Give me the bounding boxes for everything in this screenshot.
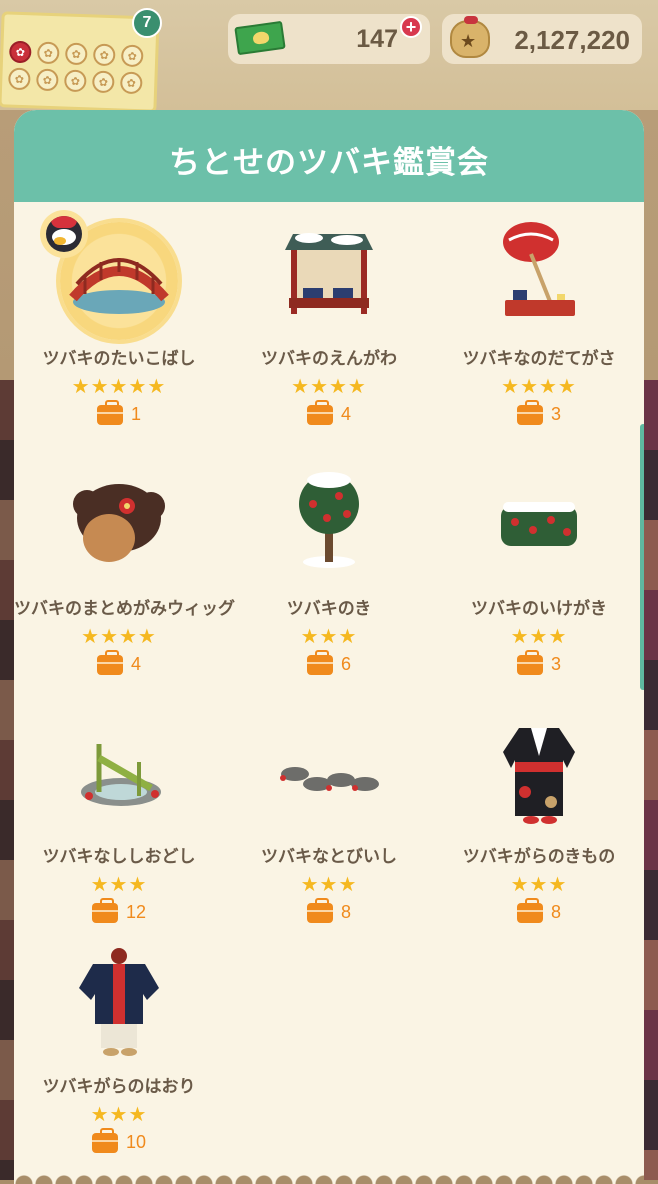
bag-icon [516,649,543,675]
item-card[interactable]: ツバキがらのはおり ★★★ 10 [14,930,224,1170]
item-name: ツバキのえんがわ [261,349,397,369]
item-cost: 4 [224,399,434,425]
bag-icon [96,649,123,675]
item-name: ツバキのまとめがみウィッグ [14,599,235,619]
stamp-icon: ✿ [36,41,60,65]
leaf-ticket-icon [234,20,286,56]
item-cost: 1 [14,399,224,425]
item-name: ツバキがらのはおり [42,1077,196,1097]
item-card[interactable]: ツバキがらのきもの ★★★ 8 [434,700,644,940]
stamp-icon: ✿ [35,68,59,92]
item-rarity-stars: ★★★ [510,624,568,648]
bag-icon [91,897,118,923]
bag-icon [306,399,333,425]
item-rarity-stars: ★★★★ [501,374,577,398]
event-items-panel: ちとせのツバキ鑑賞会 ツバキのたいこばし ★★★★★ 1 ツバキのえんがわ ★★… [14,110,644,1184]
item-rarity-stars: ★★★★ [291,374,367,398]
item-name: ツバキのいけがき [471,599,607,619]
stamp-icon: ✿ [92,43,116,67]
item-rarity-stars: ★★★ [300,624,358,648]
item-rarity-stars: ★★★★ [81,624,157,648]
item-cost: 4 [14,649,224,675]
item-cost: 3 [434,399,644,425]
item-cost-value: 8 [550,902,561,922]
item-name: ツバキなのだてがさ [462,349,616,369]
panel-title: ちとせのツバキ鑑賞会 [169,144,489,181]
item-rarity-stars: ★★★ [90,872,148,896]
stamp-count-badge: 7 [132,8,162,38]
stepping-stones-icon [280,767,379,791]
item-name: ツバキなししおどし [42,847,196,867]
bag-icon [516,897,543,923]
item-rarity-stars: ★★★ [90,1102,148,1126]
bell-bag-icon [450,16,490,58]
bag-icon [306,649,333,675]
stamp-icon: ✿ [91,70,115,94]
item-cost-value: 1 [130,404,141,424]
stamp-icon: ✿ [63,69,87,93]
item-cost-value: 4 [130,654,141,674]
stamp-grid: ✿ ✿ ✿ ✿ ✿ ✿ ✿ ✿ ✿ ✿ [7,40,144,95]
item-cost: 6 [224,649,434,675]
panel-header: ちとせのツバキ鑑賞会 [14,110,644,202]
item-card[interactable]: ツバキのえんがわ ★★★★ 4 [224,202,434,442]
bag-icon [91,1127,118,1153]
scrollbar[interactable] [640,424,644,690]
item-cost: 12 [14,897,224,923]
leaf-ticket-value: 147 [356,25,398,53]
item-card[interactable]: ツバキのき ★★★ 6 [224,452,434,692]
stamp-icon: ✿ [119,71,143,95]
bells-counter: 2,127,220 [442,14,642,64]
shishi-odoshi-icon [81,744,161,806]
item-name: ツバキなとびいし [261,847,397,867]
leaf-ticket-counter[interactable]: 147 + [228,14,430,64]
haori-icon [79,948,159,1056]
item-cost: 8 [434,897,644,923]
panel-torn-edge [14,1170,644,1184]
bag-icon [306,897,333,923]
add-tickets-icon[interactable]: + [400,16,422,38]
penguin-villager-icon [46,216,82,252]
stamp-icon: ✿ [7,67,31,91]
item-cost: 10 [14,1127,224,1153]
stamp-icon: ✿ [120,44,144,68]
villager-avatar [40,210,88,258]
hedge-icon [501,502,577,546]
bells-value: 2,127,220 [514,25,630,55]
stamp-icon: ✿ [64,42,88,66]
item-cost-value: 3 [550,404,561,424]
stamp-icon: ✿ [8,40,32,64]
item-card[interactable]: ツバキのいけがき ★★★ 3 [434,452,644,692]
bag-icon [96,399,123,425]
item-cost-value: 8 [340,902,351,922]
item-rarity-stars: ★★★ [300,872,358,896]
veranda-icon [285,233,373,314]
item-cost-value: 12 [125,902,147,922]
background-scenery-right [642,380,658,1180]
item-card[interactable]: ツバキなとびいし ★★★ 8 [224,700,434,940]
bag-icon [516,399,543,425]
item-card[interactable]: ツバキのたいこばし ★★★★★ 1 [14,202,224,442]
item-cost-value: 4 [340,404,351,424]
item-cost: 3 [434,649,644,675]
item-name: ツバキのたいこばし [42,349,196,369]
item-name: ツバキがらのきもの [462,847,616,867]
item-card[interactable]: ツバキのまとめがみウィッグ ★★★★ 4 [14,452,235,692]
item-rarity-stars: ★★★★★ [71,374,167,398]
parasol-icon [503,222,575,316]
wig-icon [73,484,165,562]
item-name: ツバキのき [286,599,372,619]
kimono-icon [503,728,575,824]
camellia-tree-icon [299,472,359,568]
item-list-scroll-area[interactable]: ツバキのたいこばし ★★★★★ 1 ツバキのえんがわ ★★★★ 4 ツバキなのだ… [14,202,644,1184]
item-cost-value: 10 [125,1132,147,1152]
item-card[interactable]: ツバキなししおどし ★★★ 12 [14,700,224,940]
item-cost: 8 [224,897,434,923]
item-card[interactable]: ツバキなのだてがさ ★★★★ 3 [434,202,644,442]
item-cost-value: 6 [340,654,351,674]
item-cost-value: 3 [550,654,561,674]
item-rarity-stars: ★★★ [510,872,568,896]
